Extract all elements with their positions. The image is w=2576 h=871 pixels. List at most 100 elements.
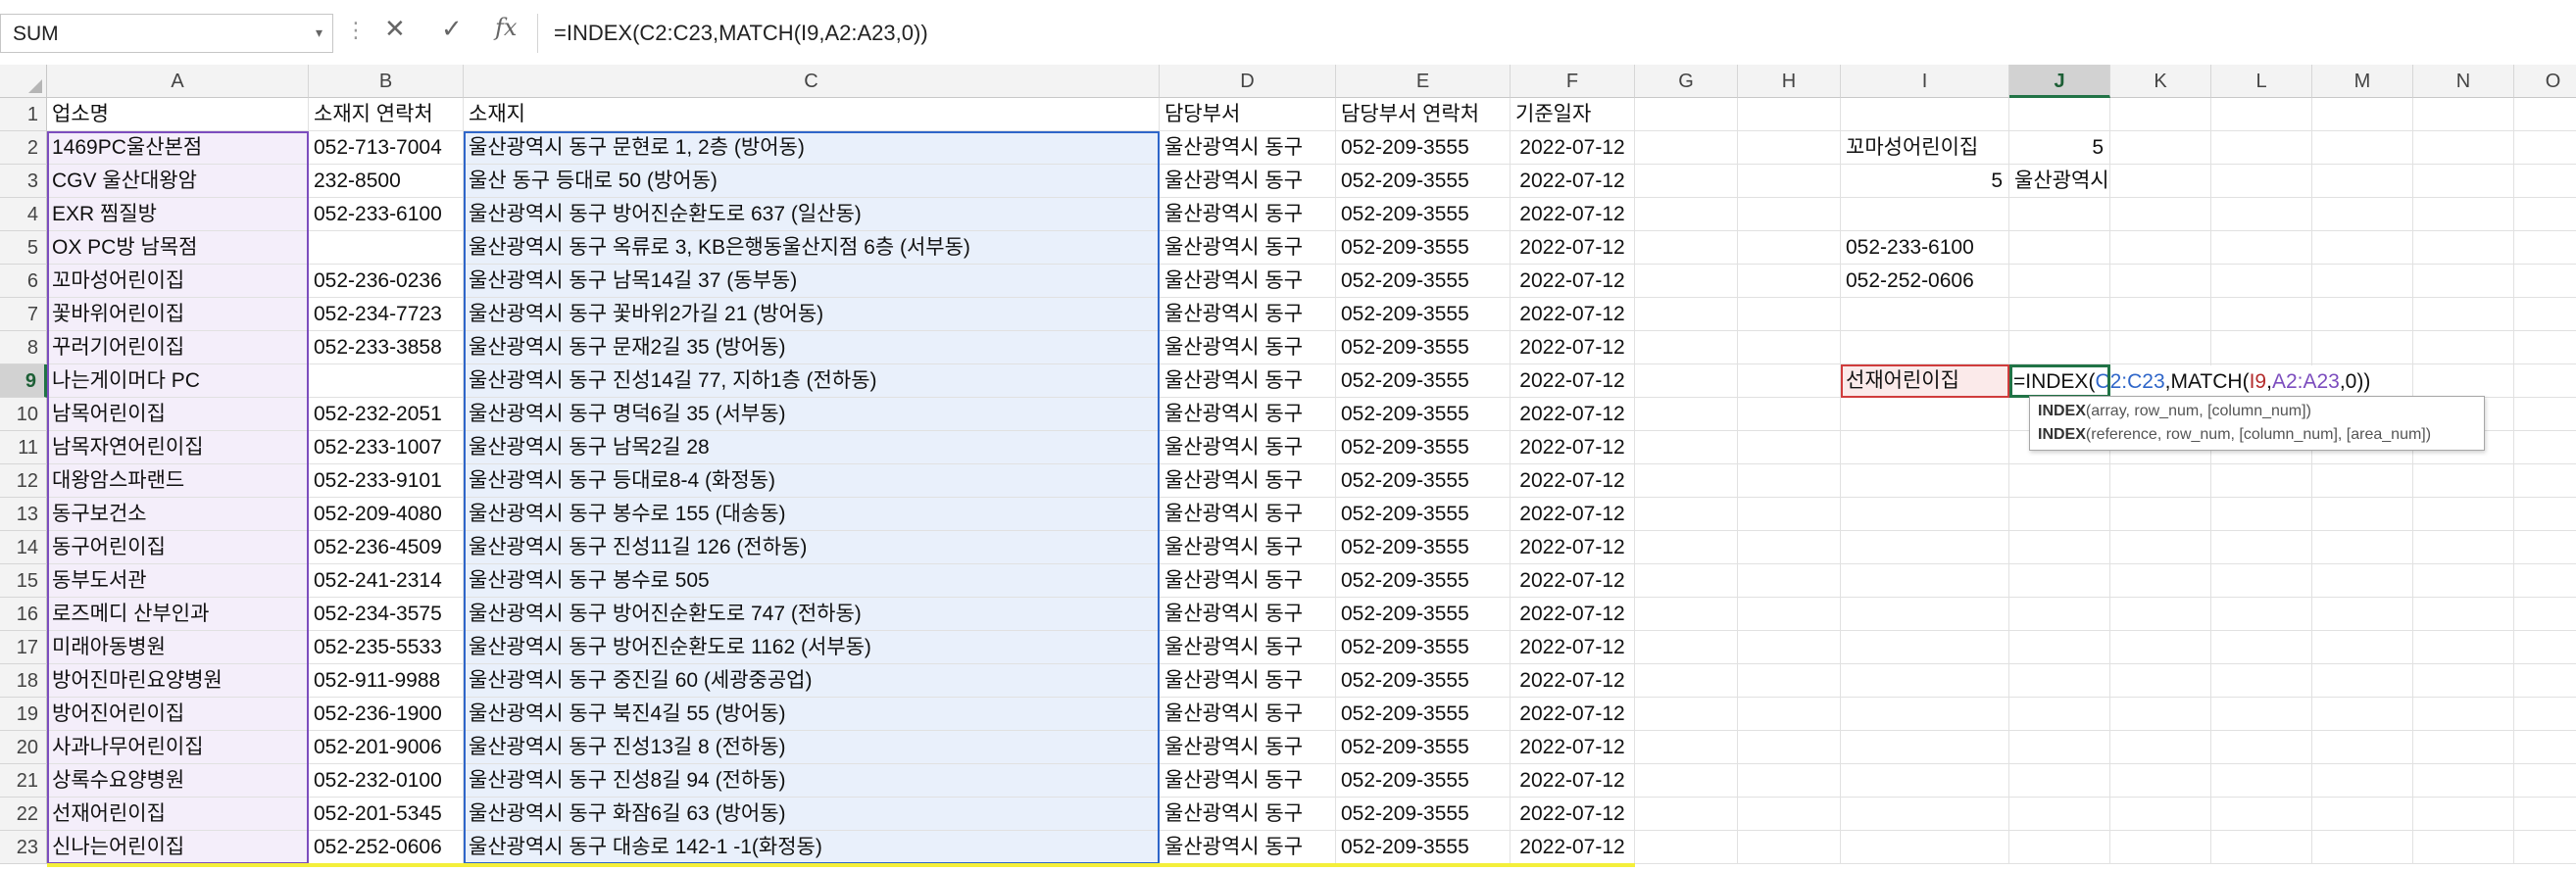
cell-a5[interactable]: OX PC방 남목점	[47, 231, 309, 265]
cell-l22[interactable]	[2211, 798, 2312, 831]
cell-d21[interactable]: 울산광역시 동구	[1160, 764, 1336, 798]
cell-b12[interactable]: 052-233-9101	[309, 464, 464, 498]
cell-f6[interactable]: 2022-07-12	[1511, 265, 1635, 298]
cell-j5[interactable]	[2009, 231, 2110, 265]
cell-h3[interactable]	[1738, 165, 1841, 198]
cell-f19[interactable]: 2022-07-12	[1511, 698, 1635, 731]
cell-m20[interactable]	[2312, 731, 2413, 764]
cell-a23[interactable]: 신나는어린이집	[47, 831, 309, 864]
cell-i13[interactable]	[1841, 498, 2009, 531]
column-header-m[interactable]: M	[2312, 65, 2413, 98]
cell-n3[interactable]	[2413, 165, 2514, 198]
cell-n22[interactable]	[2413, 798, 2514, 831]
cell-b20[interactable]: 052-201-9006	[309, 731, 464, 764]
cell-g17[interactable]	[1635, 631, 1738, 664]
cell-b19[interactable]: 052-236-1900	[309, 698, 464, 731]
cell-g20[interactable]	[1635, 731, 1738, 764]
cell-n2[interactable]	[2413, 131, 2514, 165]
cell-c10[interactable]: 울산광역시 동구 명덕6길 35 (서부동)	[464, 398, 1160, 431]
row-header-1[interactable]: 1	[0, 98, 47, 131]
cell-a1[interactable]: 업소명	[47, 98, 309, 131]
cell-k22[interactable]	[2110, 798, 2211, 831]
cell-c17[interactable]: 울산광역시 동구 방어진순환도로 1162 (서부동)	[464, 631, 1160, 664]
cell-n21[interactable]	[2413, 764, 2514, 798]
row-header-20[interactable]: 20	[0, 731, 47, 764]
cell-a21[interactable]: 상록수요양병원	[47, 764, 309, 798]
cell-h8[interactable]	[1738, 331, 1841, 364]
cell-o22[interactable]	[2514, 798, 2576, 831]
cell-n15[interactable]	[2413, 564, 2514, 598]
cell-j8[interactable]	[2009, 331, 2110, 364]
cell-o16[interactable]	[2514, 598, 2576, 631]
row-header-18[interactable]: 18	[0, 664, 47, 698]
cell-f9[interactable]: 2022-07-12	[1511, 364, 1635, 398]
cell-e20[interactable]: 052-209-3555	[1336, 731, 1511, 764]
cell-b17[interactable]: 052-235-5533	[309, 631, 464, 664]
cell-m13[interactable]	[2312, 498, 2413, 531]
cell-h17[interactable]	[1738, 631, 1841, 664]
cell-g3[interactable]	[1635, 165, 1738, 198]
cell-c14[interactable]: 울산광역시 동구 진성11길 126 (전하동)	[464, 531, 1160, 564]
cell-i11[interactable]	[1841, 431, 2009, 464]
cell-g9[interactable]	[1635, 364, 1738, 398]
cell-m17[interactable]	[2312, 631, 2413, 664]
cell-l13[interactable]	[2211, 498, 2312, 531]
column-header-a[interactable]: A	[47, 65, 309, 98]
column-header-o[interactable]: O	[2514, 65, 2576, 98]
cell-f2[interactable]: 2022-07-12	[1511, 131, 1635, 165]
cell-e16[interactable]: 052-209-3555	[1336, 598, 1511, 631]
cell-j23[interactable]	[2009, 831, 2110, 864]
tooltip-line-array[interactable]: INDEX(array, row_num, [column_num])	[2038, 400, 2476, 423]
cell-k1[interactable]	[2110, 98, 2211, 131]
cell-b7[interactable]: 052-234-7723	[309, 298, 464, 331]
cell-j6[interactable]	[2009, 265, 2110, 298]
cell-d16[interactable]: 울산광역시 동구	[1160, 598, 1336, 631]
cell-j22[interactable]	[2009, 798, 2110, 831]
cell-n8[interactable]	[2413, 331, 2514, 364]
tooltip-line-reference[interactable]: INDEX(reference, row_num, [column_num], …	[2038, 423, 2476, 447]
cell-f14[interactable]: 2022-07-12	[1511, 531, 1635, 564]
cell-o20[interactable]	[2514, 731, 2576, 764]
cell-c3[interactable]: 울산 동구 등대로 50 (방어동)	[464, 165, 1160, 198]
cell-n9[interactable]	[2413, 364, 2514, 398]
cell-g12[interactable]	[1635, 464, 1738, 498]
cell-o5[interactable]	[2514, 231, 2576, 265]
cell-n14[interactable]	[2413, 531, 2514, 564]
cell-e5[interactable]: 052-209-3555	[1336, 231, 1511, 265]
cell-n4[interactable]	[2413, 198, 2514, 231]
cell-b3[interactable]: 232-8500	[309, 165, 464, 198]
column-header-d[interactable]: D	[1160, 65, 1336, 98]
cell-l12[interactable]	[2211, 464, 2312, 498]
cell-h10[interactable]	[1738, 398, 1841, 431]
cell-m18[interactable]	[2312, 664, 2413, 698]
column-header-f[interactable]: F	[1511, 65, 1635, 98]
function-signature-tooltip[interactable]: INDEX(array, row_num, [column_num]) INDEX…	[2029, 396, 2485, 451]
cell-h16[interactable]	[1738, 598, 1841, 631]
cell-i14[interactable]	[1841, 531, 2009, 564]
cell-n17[interactable]	[2413, 631, 2514, 664]
cell-i6[interactable]: 052-252-0606	[1841, 265, 2009, 298]
cell-g5[interactable]	[1635, 231, 1738, 265]
cell-e10[interactable]: 052-209-3555	[1336, 398, 1511, 431]
cell-n6[interactable]	[2413, 265, 2514, 298]
cell-n1[interactable]	[2413, 98, 2514, 131]
cell-l4[interactable]	[2211, 198, 2312, 231]
cell-i12[interactable]	[1841, 464, 2009, 498]
row-header-17[interactable]: 17	[0, 631, 47, 664]
cell-i15[interactable]	[1841, 564, 2009, 598]
cell-d19[interactable]: 울산광역시 동구	[1160, 698, 1336, 731]
cell-k19[interactable]	[2110, 698, 2211, 731]
cell-e7[interactable]: 052-209-3555	[1336, 298, 1511, 331]
column-header-h[interactable]: H	[1738, 65, 1841, 98]
cell-a11[interactable]: 남목자연어린이집	[47, 431, 309, 464]
name-box[interactable]: SUM ▾	[0, 14, 333, 53]
row-header-9[interactable]: 9	[0, 364, 47, 398]
cell-g8[interactable]	[1635, 331, 1738, 364]
cell-e12[interactable]: 052-209-3555	[1336, 464, 1511, 498]
cell-k2[interactable]	[2110, 131, 2211, 165]
cell-e6[interactable]: 052-209-3555	[1336, 265, 1511, 298]
cell-h20[interactable]	[1738, 731, 1841, 764]
cell-o12[interactable]	[2514, 464, 2576, 498]
cell-c11[interactable]: 울산광역시 동구 남목2길 28	[464, 431, 1160, 464]
cell-f8[interactable]: 2022-07-12	[1511, 331, 1635, 364]
